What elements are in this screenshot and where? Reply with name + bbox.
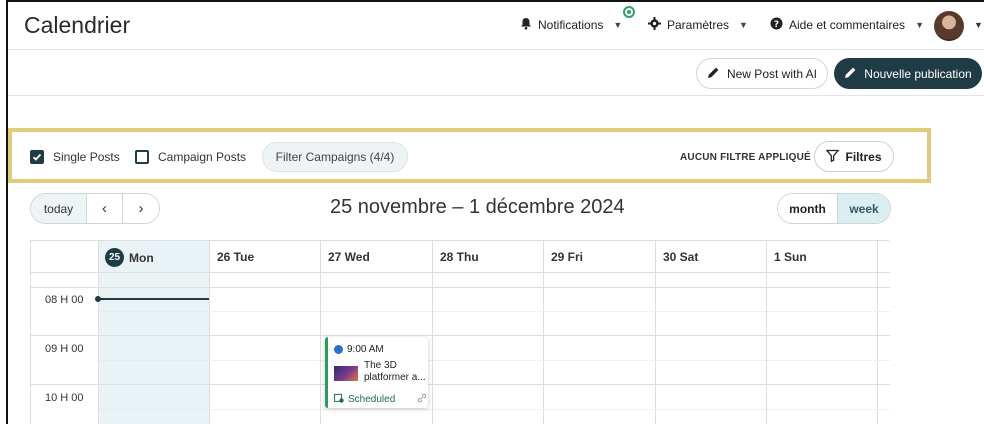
notifications-menu[interactable]: Notifications ▼ xyxy=(520,17,622,33)
event-title: The 3D platformer a... xyxy=(364,360,426,383)
scheduled-post-event[interactable]: 9:00 AM The 3D platformer a... Scheduled xyxy=(325,337,428,408)
campaign-posts-checkbox[interactable]: Campaign Posts xyxy=(135,150,246,164)
link-icon xyxy=(417,393,427,406)
filters-button-label: Filtres xyxy=(845,149,882,164)
settings-menu[interactable]: Paramètres ▼ xyxy=(648,17,748,33)
today-badge: 25 xyxy=(105,248,124,267)
new-post-ai-button[interactable]: New Post with AI xyxy=(696,58,828,89)
grid-half-hour-divider xyxy=(98,360,890,361)
event-status-label: Scheduled xyxy=(348,394,396,405)
day-header-label: Mon xyxy=(129,250,154,265)
chevron-down-icon: ▼ xyxy=(613,20,623,30)
pencil-icon xyxy=(707,66,720,82)
day-header-thu: 28 Thu xyxy=(440,250,479,264)
single-posts-label: Single Posts xyxy=(53,150,120,164)
event-time: 9:00 AM xyxy=(334,344,384,355)
grid-row-divider xyxy=(31,335,890,336)
settings-label: Paramètres xyxy=(667,18,730,32)
day-header-mon: 25 Mon xyxy=(105,248,154,267)
time-label: 08 H 00 xyxy=(45,294,84,306)
day-header-sat: 30 Sat xyxy=(663,250,699,264)
linkedin-icon xyxy=(334,345,343,354)
day-header-wed: 27 Wed xyxy=(328,250,370,264)
day-header-sun: 1 Sun xyxy=(774,250,807,264)
chevron-down-icon: ▼ xyxy=(915,20,924,30)
grid-column-divider xyxy=(655,241,656,424)
week-grid: 25 Mon 26 Tue 27 Wed 28 Thu 29 Fri 30 Sa… xyxy=(30,240,890,424)
grid-column-divider xyxy=(543,241,544,424)
user-avatar[interactable] xyxy=(934,11,964,41)
today-button[interactable]: today xyxy=(31,194,87,223)
grid-column-divider xyxy=(209,241,210,424)
grid-half-hour-divider xyxy=(98,409,890,410)
calendar-clock-icon xyxy=(334,393,344,406)
new-post-ai-label: New Post with AI xyxy=(726,66,818,81)
funnel-icon xyxy=(826,149,840,165)
filters-button[interactable]: Filtres xyxy=(814,141,894,172)
notifications-label: Notifications xyxy=(538,18,604,32)
help-icon: ? xyxy=(770,17,783,33)
week-view-button[interactable]: week xyxy=(838,194,890,223)
today-column xyxy=(98,241,209,424)
time-label: 09 H 00 xyxy=(45,343,84,355)
no-filter-status: AUCUN FILTRE APPLIQUÉ xyxy=(680,152,811,163)
filter-campaigns-button[interactable]: Filter Campaigns (4/4) xyxy=(262,142,408,172)
bell-icon xyxy=(520,17,532,33)
grid-column-divider xyxy=(766,241,767,424)
next-week-button[interactable]: › xyxy=(123,194,159,223)
grid-row-divider xyxy=(31,287,890,288)
new-publication-button[interactable]: Nouvelle publication xyxy=(834,58,982,89)
checkbox-checked-icon xyxy=(30,150,44,164)
gear-icon xyxy=(648,17,661,33)
chevron-down-icon: ▼ xyxy=(739,20,748,30)
day-header-fri: 29 Fri xyxy=(551,250,584,264)
app-header: Calendrier Notifications ▼ Paramètres ▼ … xyxy=(8,2,984,50)
event-status: Scheduled xyxy=(334,393,395,406)
pencil-icon xyxy=(844,66,857,82)
time-label: 10 H 00 xyxy=(45,392,84,404)
grid-header-divider xyxy=(31,272,890,273)
help-label: Aide et commentaires xyxy=(789,18,906,32)
month-view-button[interactable]: month xyxy=(778,194,838,223)
grid-column-divider xyxy=(320,241,321,424)
notification-status-icon xyxy=(623,6,635,18)
checkbox-unchecked-icon xyxy=(135,150,149,164)
event-thumbnail xyxy=(334,366,358,381)
single-posts-checkbox[interactable]: Single Posts xyxy=(30,150,120,164)
grid-column-divider xyxy=(432,241,433,424)
svg-text:?: ? xyxy=(774,20,779,30)
event-time-label: 9:00 AM xyxy=(347,344,384,355)
filter-bar: Single Posts Campaign Posts Filter Campa… xyxy=(8,128,931,183)
grid-row-divider xyxy=(31,384,890,385)
grid-column-divider xyxy=(877,241,878,424)
current-time-line xyxy=(98,298,209,300)
day-header-tue: 26 Tue xyxy=(217,250,255,264)
action-bar: New Post with AI Nouvelle publication xyxy=(8,51,984,96)
view-switcher: month week xyxy=(777,193,891,224)
new-publication-label: Nouvelle publication xyxy=(864,66,972,81)
calendar-nav-group: today ‹ › xyxy=(30,193,160,224)
help-menu[interactable]: ? Aide et commentaires ▼ xyxy=(770,17,924,33)
grid-column-divider xyxy=(98,241,99,424)
campaign-posts-label: Campaign Posts xyxy=(158,150,247,164)
date-range-title: 25 novembre – 1 décembre 2024 xyxy=(330,196,625,218)
prev-week-button[interactable]: ‹ xyxy=(87,194,123,223)
page-title: Calendrier xyxy=(24,12,131,38)
chevron-down-icon[interactable]: ▼ xyxy=(974,20,983,30)
grid-half-hour-divider xyxy=(98,311,890,312)
